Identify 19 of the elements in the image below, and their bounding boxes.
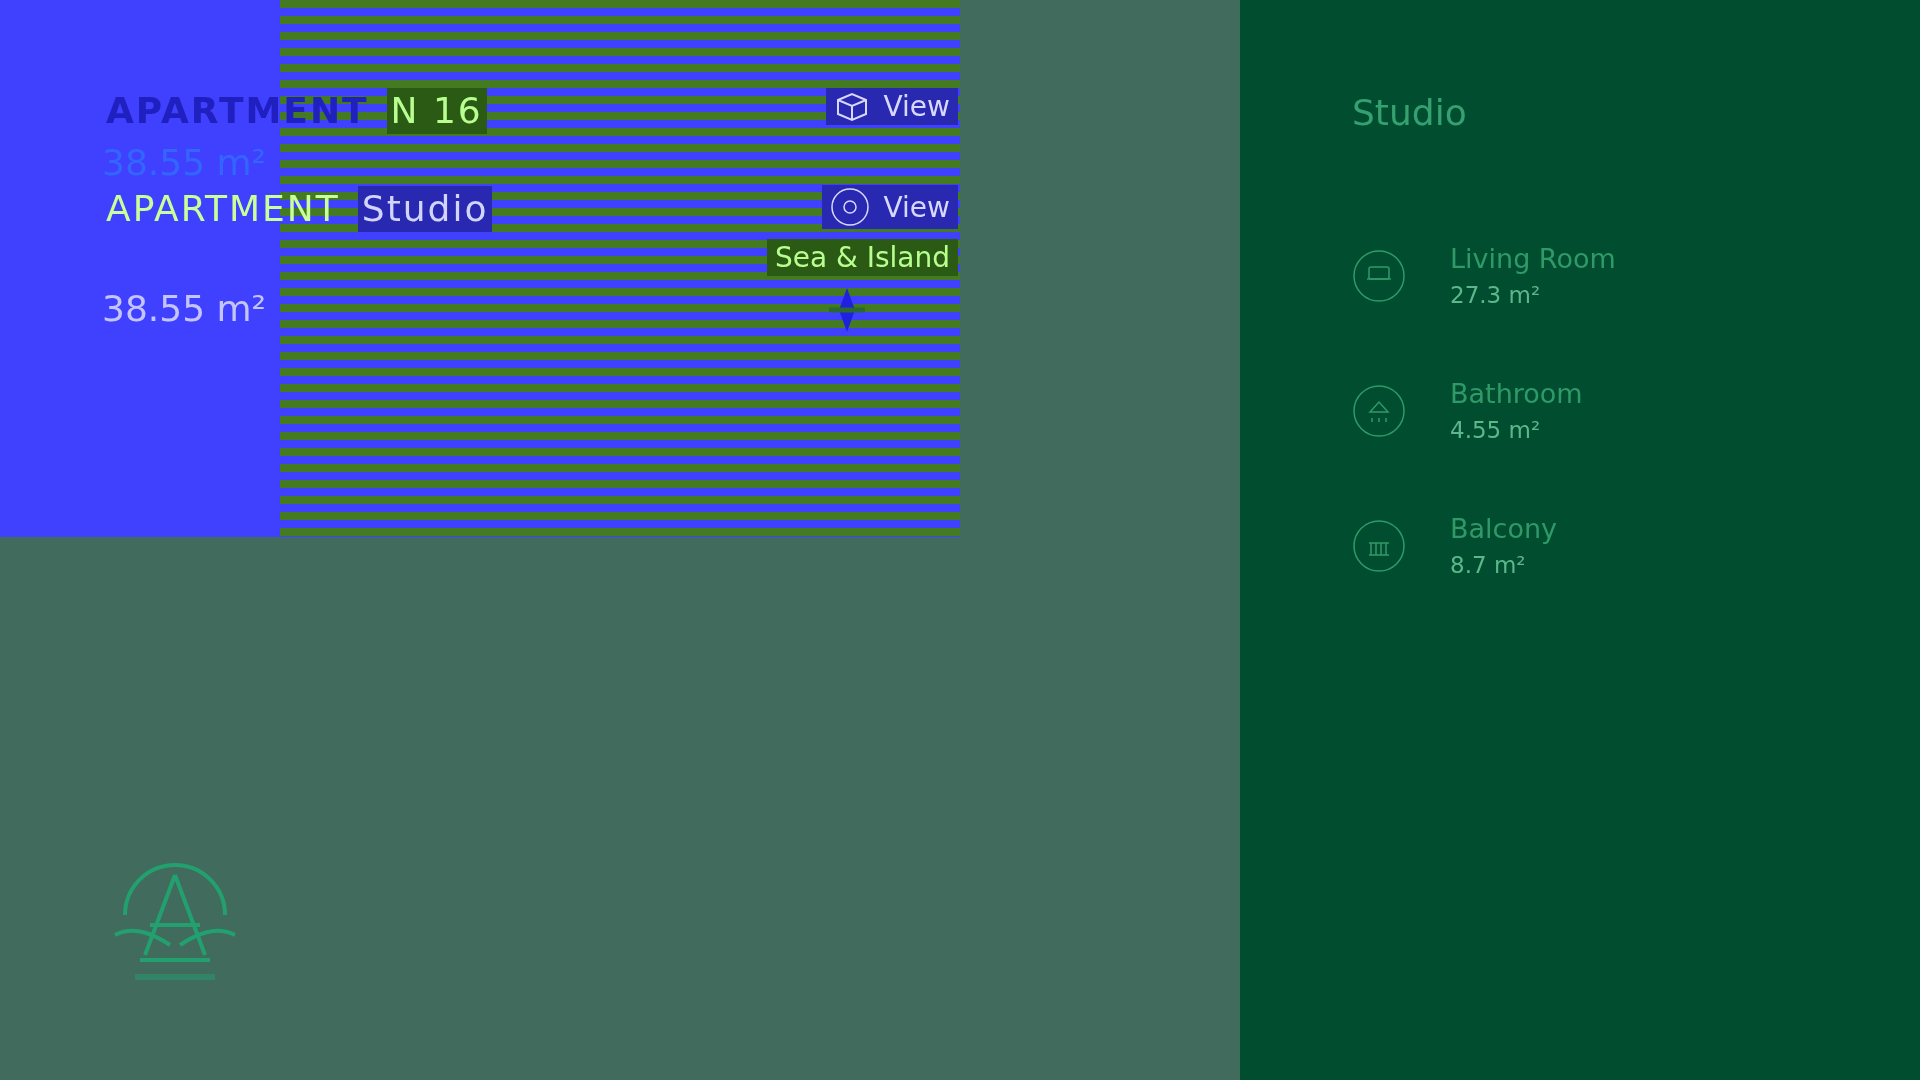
shower-icon bbox=[1352, 383, 1406, 438]
room-name: Living Room bbox=[1450, 243, 1616, 274]
view-button[interactable]: View bbox=[821, 185, 958, 229]
apartment-area: 38.55 m² bbox=[102, 286, 266, 332]
view-button[interactable]: View bbox=[825, 88, 958, 125]
room-area: 8.7 m² bbox=[1450, 552, 1558, 578]
apartment-type: Studio bbox=[1352, 92, 1468, 133]
apartment-title: APARTMENT bbox=[105, 89, 370, 133]
compass-icon bbox=[826, 286, 867, 334]
railing-icon bbox=[1352, 518, 1406, 573]
apartment-title: APARTMENT bbox=[105, 187, 341, 231]
room-name: Bathroom bbox=[1450, 378, 1583, 409]
room-area: 4.55 m² bbox=[1450, 417, 1583, 443]
room-name: Balcony bbox=[1450, 513, 1558, 544]
view-label: Sea & Island bbox=[766, 239, 958, 276]
apartment-number: N 16 bbox=[386, 88, 487, 134]
sofa-icon bbox=[1352, 248, 1406, 303]
room-area: 27.3 m² bbox=[1450, 282, 1616, 308]
apartment-type: Studio bbox=[357, 186, 493, 232]
